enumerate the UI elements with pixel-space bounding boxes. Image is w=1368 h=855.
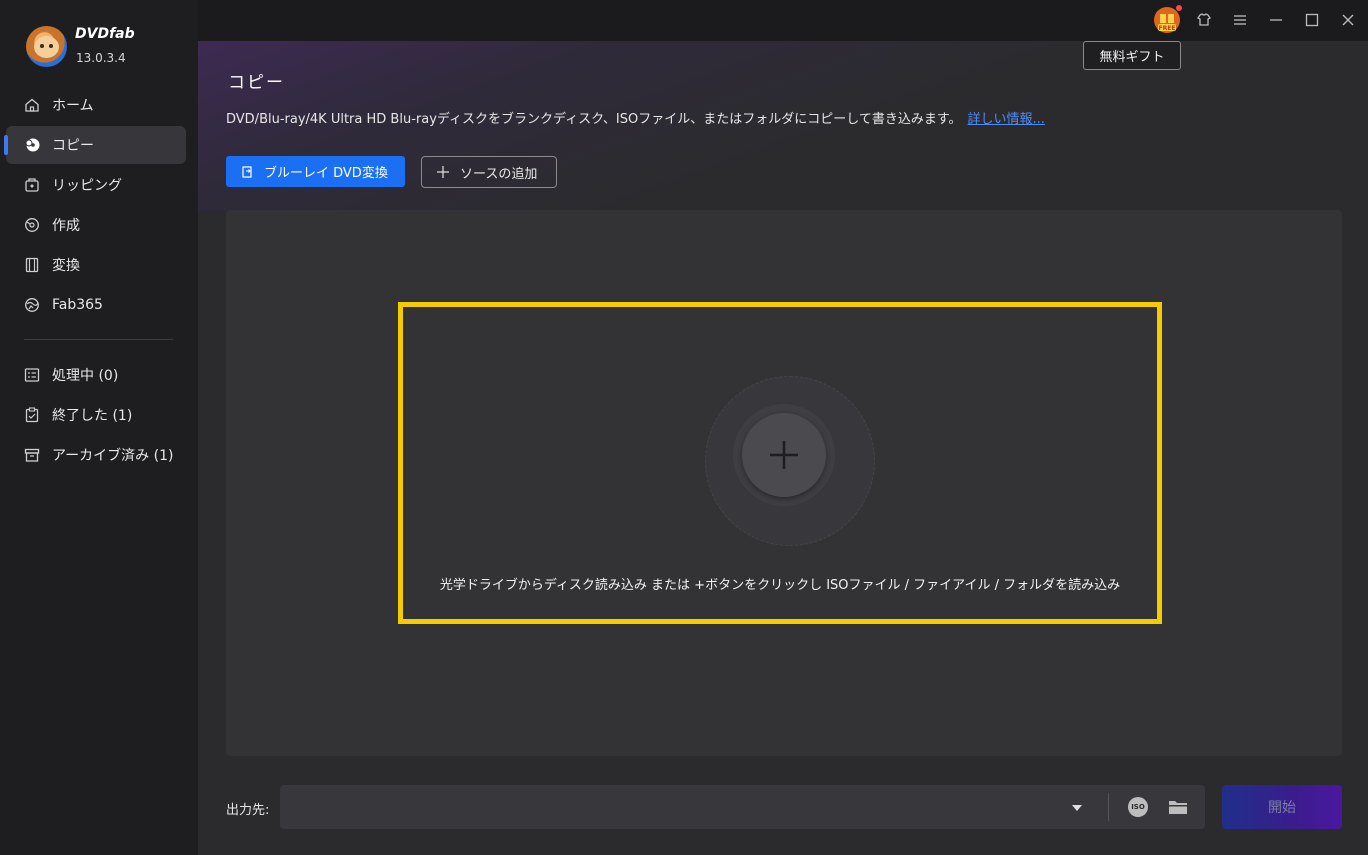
home-icon [24,97,40,113]
gift-tooltip: 無料ギフト [1083,41,1181,70]
sidebar-item-label: Fab365 [52,297,103,313]
add-source-button[interactable]: ソースの追加 [421,156,557,188]
maximize-icon[interactable] [1302,10,1322,30]
menu-icon[interactable] [1230,10,1250,30]
ripper-icon [24,177,40,193]
sidebar-divider [24,339,173,340]
start-button[interactable]: 開始 [1222,785,1342,829]
sidebar-item-converter[interactable]: 変換 [6,246,186,284]
separator [1108,793,1109,821]
sidebar-item-creator[interactable]: 作成 [6,206,186,244]
output-path-select[interactable] [280,785,1205,829]
minimize-icon[interactable] [1266,10,1286,30]
brand-name: DVDfab [75,26,135,42]
chevron-down-icon[interactable] [1070,800,1084,814]
sidebar-item-ripper[interactable]: リッピング [6,166,186,204]
finished-clipboard-icon [24,407,40,423]
plus-icon [437,166,449,178]
sidebar-item-copy[interactable]: コピー [4,126,186,164]
converter-icon [24,257,40,273]
logo-eye [40,44,44,48]
sidebar-item-label: 処理中 (0) [52,368,119,384]
logo-face [34,36,59,58]
button-label: ブルーレイ DVD変換 [264,166,388,181]
add-source-plus-button[interactable] [742,413,826,497]
sidebar-item-label: 変換 [52,258,80,274]
description-text: DVD/Blu-ray/4K Ultra HD Blu-rayディスクをブランク… [226,112,962,127]
copy-disc-icon [24,137,40,153]
fab365-icon [24,297,40,313]
close-icon[interactable] [1338,10,1358,30]
drop-hint-text: 光学ドライブからディスク読み込み または +ボタンをクリックし ISOファイル … [439,578,1121,593]
sidebar-item-label: 終了した (1) [52,408,133,424]
sidebar-item-finished[interactable]: 終了した (1) [6,396,186,434]
logo-eye [49,44,53,48]
sidebar-item-fab365[interactable]: Fab365 [6,286,186,324]
app-version: 13.0.3.4 [76,51,126,65]
sidebar-item-label: ホーム [52,98,94,114]
title-bar: FREE [198,0,1368,41]
convert-icon [242,165,252,178]
gift-badge-text: FREE [1159,25,1176,32]
archive-box-icon [24,447,40,463]
bluray-dvd-convert-button[interactable]: ブルーレイ DVD変換 [226,156,405,187]
learn-more-link[interactable]: 詳しい情報... [968,112,1045,127]
folder-icon[interactable] [1167,797,1189,817]
creator-icon [24,217,40,233]
sidebar: DVDfab 13.0.3.4 ホーム コピー リッピング 作成 変換 Fab3… [0,0,198,855]
shirt-skin-icon[interactable] [1194,10,1214,30]
dvdfab-logo [26,26,67,67]
page-title: コピー [228,73,285,93]
sidebar-item-label: リッピング [52,178,122,194]
iso-icon[interactable]: ISO [1128,797,1148,817]
page-description: DVD/Blu-ray/4K Ultra HD Blu-rayディスクをブランク… [226,108,1045,127]
sidebar-item-label: コピー [52,138,94,154]
output-label: 出力先: [226,803,270,818]
notification-dot [1176,5,1182,11]
sidebar-item-label: 作成 [52,218,80,234]
processing-list-icon [24,367,40,383]
plus-icon [770,441,798,469]
button-label: ソースの追加 [460,166,538,182]
sidebar-item-label: アーカイブ済み (1) [52,448,174,464]
sidebar-item-home[interactable]: ホーム [6,86,186,124]
sidebar-item-archived[interactable]: アーカイブ済み (1) [6,436,186,474]
sidebar-item-processing[interactable]: 処理中 (0) [6,356,186,394]
